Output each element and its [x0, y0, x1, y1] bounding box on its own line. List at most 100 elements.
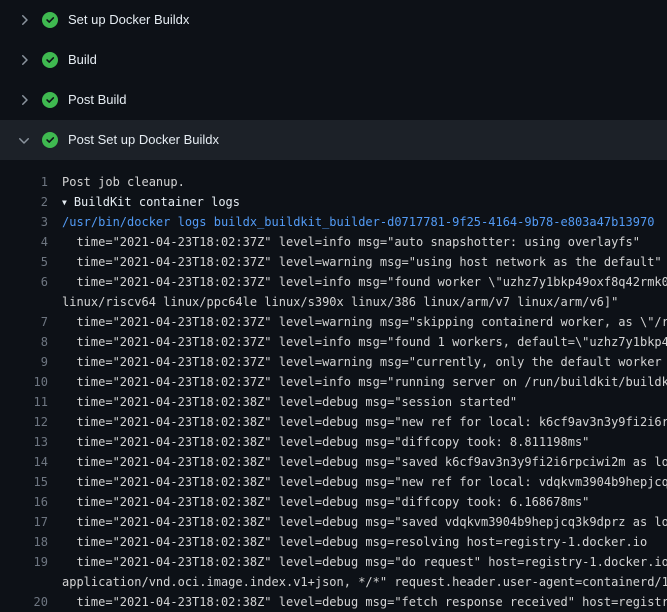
log-row: 14 time="2021-04-23T18:02:38Z" level=deb… — [0, 452, 667, 472]
log-row: 17 time="2021-04-23T18:02:38Z" level=deb… — [0, 512, 667, 532]
log-text-content: time="2021-04-23T18:02:38Z" level=debug … — [62, 535, 647, 549]
log-text-content: time="2021-04-23T18:02:38Z" level=debug … — [62, 595, 667, 609]
line-number[interactable]: 12 — [0, 412, 48, 432]
log-text-content: time="2021-04-23T18:02:37Z" level=info m… — [62, 275, 667, 289]
log-text: time="2021-04-23T18:02:38Z" level=debug … — [48, 392, 517, 412]
log-row: 6 time="2021-04-23T18:02:37Z" level=info… — [0, 272, 667, 292]
success-check-icon — [42, 52, 58, 68]
workflow-log-viewer: Set up Docker Buildx Build Post Build — [0, 0, 667, 612]
line-number[interactable]: 4 — [0, 232, 48, 252]
line-number[interactable]: 15 — [0, 472, 48, 492]
log-row: 5 time="2021-04-23T18:02:37Z" level=warn… — [0, 252, 667, 272]
log-row: 3/usr/bin/docker logs buildx_buildkit_bu… — [0, 212, 667, 232]
log-text: linux/riscv64 linux/ppc64le linux/s390x … — [48, 292, 618, 312]
log-text-content: time="2021-04-23T18:02:38Z" level=debug … — [62, 415, 667, 429]
line-number[interactable]: 13 — [0, 432, 48, 452]
log-text: time="2021-04-23T18:02:37Z" level=warnin… — [48, 252, 662, 272]
chevron-right-icon — [16, 52, 32, 68]
success-check-icon — [42, 132, 58, 148]
log-text: application/vnd.oci.image.index.v1+json,… — [48, 572, 667, 592]
line-number[interactable]: 17 — [0, 512, 48, 532]
line-number[interactable]: 20 — [0, 592, 48, 612]
log-row: 11 time="2021-04-23T18:02:38Z" level=deb… — [0, 392, 667, 412]
log-text: Post job cleanup. — [48, 172, 185, 192]
log-row: linux/riscv64 linux/ppc64le linux/s390x … — [0, 292, 667, 312]
log-text-content: /usr/bin/docker logs buildx_buildkit_bui… — [62, 215, 654, 229]
log-text: ▼ BuildKit container logs — [48, 192, 240, 212]
log-text: time="2021-04-23T18:02:37Z" level=info m… — [48, 232, 640, 252]
log-text: time="2021-04-23T18:02:38Z" level=debug … — [48, 472, 667, 492]
log-lines: 1Post job cleanup.2 ▼ BuildKit container l… — [0, 160, 667, 612]
section-title: Set up Docker Buildx — [68, 12, 189, 28]
log-text-content: linux/riscv64 linux/ppc64le linux/s390x … — [62, 295, 618, 309]
log-row: 1Post job cleanup. — [0, 172, 667, 192]
log-row: application/vnd.oci.image.index.v1+json,… — [0, 572, 667, 592]
log-text-content: time="2021-04-23T18:02:38Z" level=debug … — [62, 515, 667, 529]
line-number[interactable]: 3 — [0, 212, 48, 232]
log-text-content: time="2021-04-23T18:02:38Z" level=debug … — [62, 475, 667, 489]
log-text-content: time="2021-04-23T18:02:38Z" level=debug … — [62, 395, 517, 409]
log-text-content: time="2021-04-23T18:02:37Z" level=warnin… — [62, 255, 662, 269]
line-number[interactable]: 2 — [0, 192, 48, 212]
log-text: time="2021-04-23T18:02:37Z" level=warnin… — [48, 352, 667, 372]
log-text: /usr/bin/docker logs buildx_buildkit_bui… — [48, 212, 654, 232]
success-check-icon — [42, 12, 58, 28]
log-text-content: time="2021-04-23T18:02:37Z" level=info m… — [62, 375, 667, 389]
line-number[interactable]: 7 — [0, 312, 48, 332]
line-number[interactable]: 11 — [0, 392, 48, 412]
log-text: time="2021-04-23T18:02:38Z" level=debug … — [48, 452, 667, 472]
line-number[interactable]: 19 — [0, 552, 48, 572]
log-text-content: time="2021-04-23T18:02:37Z" level=warnin… — [62, 315, 667, 329]
log-text-content: time="2021-04-23T18:02:38Z" level=debug … — [62, 495, 589, 509]
group-expand-caret-icon[interactable]: ▼ — [62, 193, 67, 212]
log-row: 12 time="2021-04-23T18:02:38Z" level=deb… — [0, 412, 667, 432]
log-row: 20 time="2021-04-23T18:02:38Z" level=deb… — [0, 592, 667, 612]
log-row: 13 time="2021-04-23T18:02:38Z" level=deb… — [0, 432, 667, 452]
log-text-content: time="2021-04-23T18:02:37Z" level=info m… — [62, 235, 640, 249]
chevron-right-icon — [16, 92, 32, 108]
log-text: time="2021-04-23T18:02:37Z" level=info m… — [48, 272, 667, 292]
log-text-content: time="2021-04-23T18:02:37Z" level=info m… — [62, 335, 667, 349]
line-number[interactable]: 14 — [0, 452, 48, 472]
line-number[interactable]: 8 — [0, 332, 48, 352]
line-number[interactable]: 10 — [0, 372, 48, 392]
log-row: 9 time="2021-04-23T18:02:37Z" level=warn… — [0, 352, 667, 372]
log-row: 8 time="2021-04-23T18:02:37Z" level=info… — [0, 332, 667, 352]
log-group-row[interactable]: 2 ▼ BuildKit container logs — [0, 192, 667, 212]
log-text: time="2021-04-23T18:02:38Z" level=debug … — [48, 492, 589, 512]
log-text-content: time="2021-04-23T18:02:37Z" level=warnin… — [62, 355, 667, 369]
line-number[interactable]: 5 — [0, 252, 48, 272]
line-number[interactable]: 16 — [0, 492, 48, 512]
log-text-content: BuildKit container logs — [74, 195, 240, 209]
log-row: 16 time="2021-04-23T18:02:38Z" level=deb… — [0, 492, 667, 512]
section-title: Post Set up Docker Buildx — [68, 132, 219, 148]
section-header-build[interactable]: Build — [0, 40, 667, 80]
section-header-set-up-docker-buildx[interactable]: Set up Docker Buildx — [0, 0, 667, 40]
log-text: time="2021-04-23T18:02:38Z" level=debug … — [48, 592, 667, 612]
log-text-content: time="2021-04-23T18:02:38Z" level=debug … — [62, 455, 667, 469]
section-header-post-set-up-docker-buildx[interactable]: Post Set up Docker Buildx — [0, 120, 667, 160]
chevron-right-icon — [16, 12, 32, 28]
line-number[interactable]: 6 — [0, 272, 48, 292]
log-row: 15 time="2021-04-23T18:02:38Z" level=deb… — [0, 472, 667, 492]
line-number[interactable]: 9 — [0, 352, 48, 372]
log-row: 10 time="2021-04-23T18:02:37Z" level=inf… — [0, 372, 667, 392]
log-row: 4 time="2021-04-23T18:02:37Z" level=info… — [0, 232, 667, 252]
success-check-icon — [42, 92, 58, 108]
log-row: 18 time="2021-04-23T18:02:38Z" level=deb… — [0, 532, 667, 552]
line-number — [0, 572, 48, 592]
job-steps-list: Set up Docker Buildx Build Post Build — [0, 0, 667, 160]
line-number[interactable]: 18 — [0, 532, 48, 552]
section-header-post-build[interactable]: Post Build — [0, 80, 667, 120]
log-text-content: time="2021-04-23T18:02:38Z" level=debug … — [62, 555, 667, 569]
log-text: time="2021-04-23T18:02:38Z" level=debug … — [48, 432, 589, 452]
log-text: time="2021-04-23T18:02:37Z" level=info m… — [48, 332, 667, 352]
log-text: time="2021-04-23T18:02:37Z" level=info m… — [48, 372, 667, 392]
section-title: Build — [68, 52, 97, 68]
section-title: Post Build — [68, 92, 127, 108]
log-row: 7 time="2021-04-23T18:02:37Z" level=warn… — [0, 312, 667, 332]
line-number[interactable]: 1 — [0, 172, 48, 192]
line-number — [0, 292, 48, 312]
log-text-content: application/vnd.oci.image.index.v1+json,… — [62, 575, 667, 589]
log-text: time="2021-04-23T18:02:38Z" level=debug … — [48, 412, 667, 432]
